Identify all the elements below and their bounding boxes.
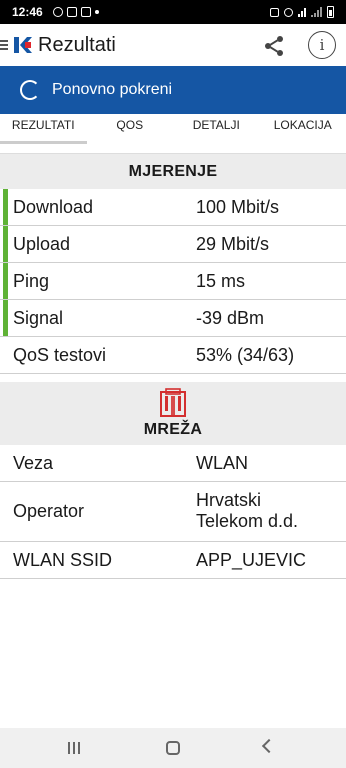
app-logo-icon: [14, 37, 32, 53]
back-icon[interactable]: [261, 738, 277, 754]
tab-bar: REZULTATI QOS DETALJI LOKACIJA: [0, 114, 346, 146]
result-key: Signal: [13, 307, 64, 328]
result-row-upload: Upload 29 Mbit/s: [0, 226, 346, 263]
network-key: Veza: [13, 452, 54, 473]
result-value: 15 ms: [196, 270, 246, 291]
tab-rezultati[interactable]: REZULTATI: [0, 114, 87, 146]
result-row-qos-tests[interactable]: QoS testovi 53% (34/63): [0, 337, 346, 374]
restart-label: Ponovno pokreni: [52, 81, 173, 98]
status-bar: 12:46: [0, 0, 346, 24]
result-key: Upload: [13, 233, 71, 254]
network-key: Operator: [13, 501, 85, 521]
home-icon[interactable]: [166, 741, 180, 755]
gallery-notification-icon: [66, 7, 77, 17]
cellular-signal-icon: [311, 7, 322, 17]
app-notification-icon: [80, 7, 91, 17]
refresh-spinner-icon: [20, 80, 40, 100]
page-title: Rezultati: [38, 33, 116, 56]
system-nav-bar: [0, 728, 346, 768]
network-key: WLAN SSID: [13, 549, 113, 570]
section-spacer: [0, 374, 346, 382]
network-row-ssid: WLAN SSID APP_UJEVIC: [0, 542, 346, 579]
tab-lokacija[interactable]: LOKACIJA: [260, 114, 346, 146]
network-row-operator: Operator Hrvatski Telekom d.d.: [0, 482, 346, 542]
status-time: 12:46: [12, 5, 43, 19]
result-row-ping: Ping 15 ms: [0, 263, 346, 300]
result-value: 100 Mbit/s: [196, 196, 280, 217]
network-value: WLAN: [196, 452, 249, 473]
section-network-header: MREŽA: [0, 382, 346, 445]
restart-button[interactable]: Ponovno pokreni: [0, 66, 346, 114]
result-value: 53% (34/63): [196, 344, 295, 365]
section-title-network: MREŽA: [143, 421, 203, 438]
tab-qos[interactable]: QOS: [87, 114, 174, 146]
result-key: QoS testovi: [13, 344, 107, 365]
result-value: -39 dBm: [196, 307, 265, 328]
network-row-connection: Veza WLAN: [0, 445, 346, 482]
share-icon[interactable]: [262, 34, 286, 58]
result-row-signal: Signal -39 dBm: [0, 300, 346, 337]
building-icon: [160, 388, 186, 417]
section-title-measurement: MJERENJE: [0, 153, 346, 189]
result-key: Ping: [13, 270, 50, 291]
recent-apps-icon[interactable]: [68, 742, 82, 754]
app-bar: Rezultati i: [0, 24, 346, 66]
wifi-icon: [298, 7, 306, 17]
info-icon[interactable]: i: [308, 31, 336, 59]
results-content: MJERENJE Download 100 Mbit/s Upload 29 M…: [0, 153, 346, 579]
more-notifications-icon: [94, 10, 99, 14]
tab-detalji[interactable]: DETALJI: [173, 114, 260, 146]
notification-icon: [52, 7, 63, 17]
result-key: Download: [13, 196, 94, 217]
network-value: Hrvatski Telekom d.d.: [196, 490, 299, 531]
location-icon: [284, 7, 293, 17]
result-value: 29 Mbit/s: [196, 233, 270, 254]
result-row-download: Download 100 Mbit/s: [0, 189, 346, 226]
menu-icon[interactable]: [0, 40, 10, 50]
battery-icon: [327, 6, 334, 18]
mute-icon: [270, 7, 279, 17]
network-value: APP_UJEVIC: [196, 549, 307, 570]
